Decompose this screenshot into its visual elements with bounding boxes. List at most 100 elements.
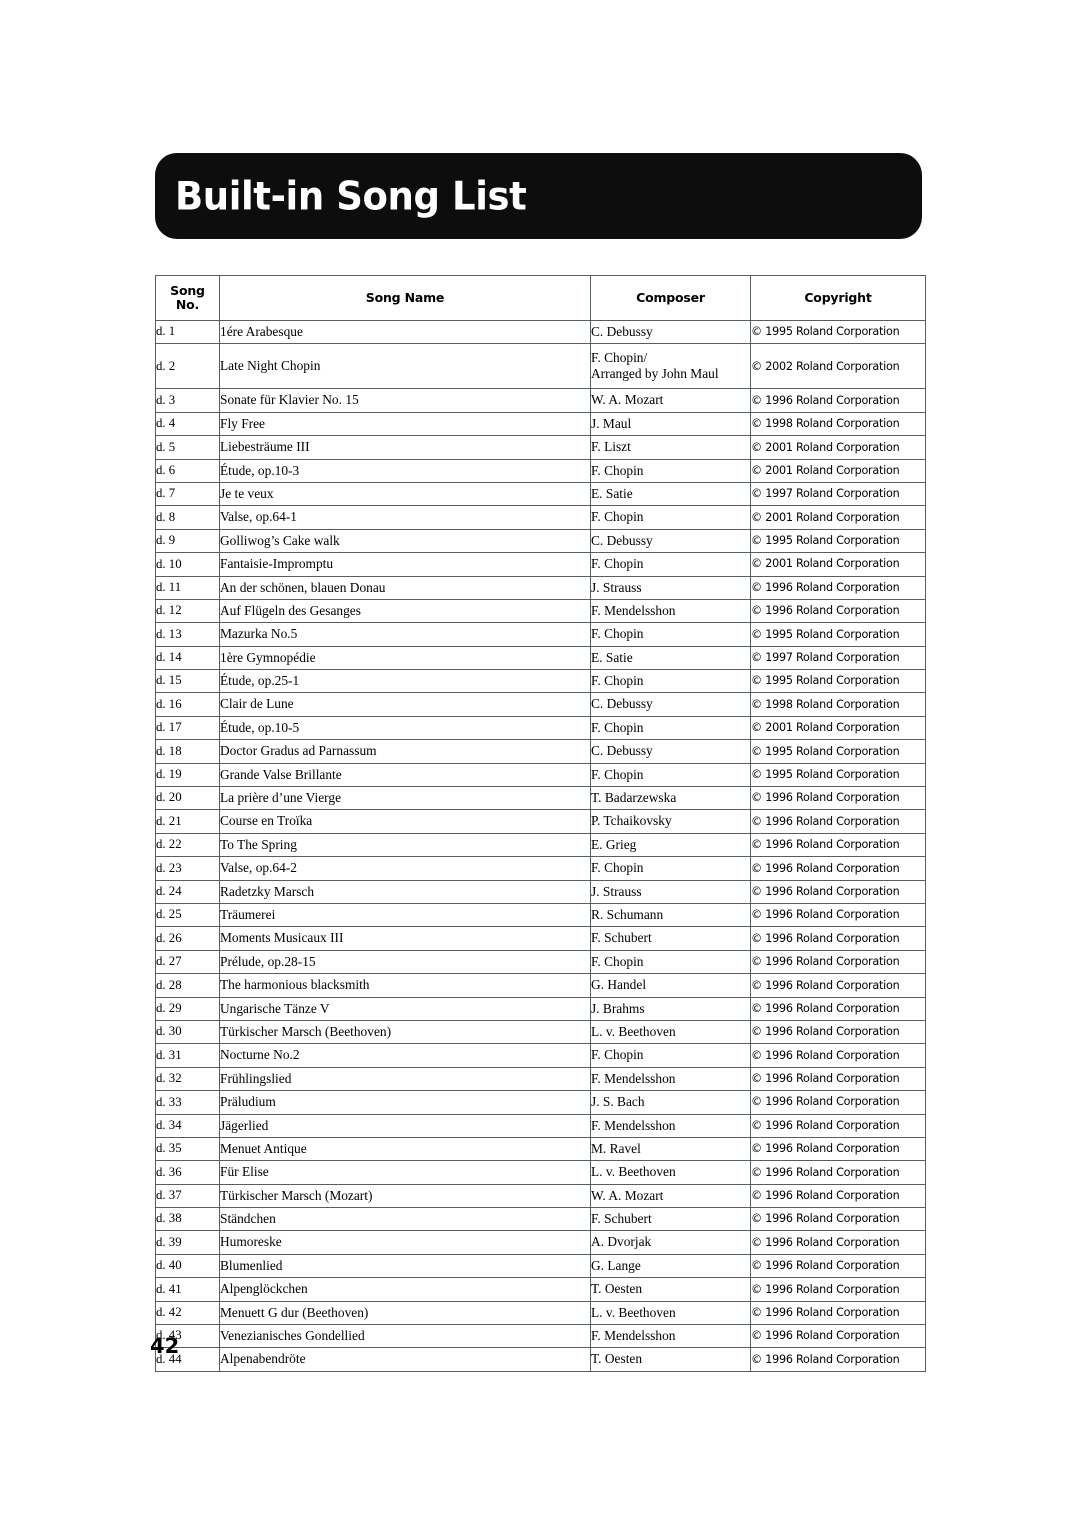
cell-copyright: © 1996 Roland Corporation <box>750 1207 926 1232</box>
cell-copyright: © 1995 Roland Corporation <box>750 762 926 788</box>
column-header-song-name: Song Name <box>219 275 591 321</box>
column-header-song-no-line1: Song <box>170 283 205 298</box>
cell-composer: M. Ravel <box>590 1136 751 1162</box>
cell-song-name: An der schönen, blauen Donau <box>219 575 591 600</box>
cell-song-no: d. 32 <box>155 1066 220 1092</box>
cell-song-no: d. 40 <box>155 1253 220 1279</box>
cell-song-name: Sonate für Klavier No. 15 <box>219 388 591 413</box>
cell-song-no: d. 5 <box>155 435 220 460</box>
cell-copyright: © 1997 Roland Corporation <box>750 481 926 507</box>
cell-copyright: © 1996 Roland Corporation <box>750 1230 926 1255</box>
cell-song-no: d. 37 <box>155 1183 220 1209</box>
cell-copyright: © 1996 Roland Corporation <box>750 1136 926 1162</box>
cell-song-name: Doctor Gradus ad Parnassum <box>219 739 591 764</box>
cell-copyright: © 1995 Roland Corporation <box>750 319 926 345</box>
cell-copyright: © 1995 Roland Corporation <box>750 528 926 554</box>
cell-composer: F. Chopin <box>590 669 751 694</box>
cell-composer: F. Chopin <box>590 715 751 741</box>
cell-song-name: Auf Flügeln des Gesanges <box>219 598 591 624</box>
column-header-song-no: Song No. <box>155 275 220 321</box>
column-header-copyright: Copyright <box>750 275 926 321</box>
page-number: 42 <box>150 1334 180 1358</box>
cell-song-no: d. 24 <box>155 879 220 904</box>
cell-copyright: © 1998 Roland Corporation <box>750 411 926 437</box>
cell-song-name: Alpenglöckchen <box>219 1277 591 1302</box>
cell-composer: J. S. Bach <box>590 1090 751 1115</box>
cell-copyright: © 1996 Roland Corporation <box>750 1019 926 1045</box>
cell-song-name: Prélude, op.28-15 <box>219 949 591 975</box>
cell-copyright: © 1996 Roland Corporation <box>750 1160 926 1185</box>
cell-copyright: © 1996 Roland Corporation <box>750 1324 926 1349</box>
table-row: d. 15 Étude, op.25-1 F. Chopin © 1995 Rolan… <box>155 669 926 694</box>
cell-copyright: © 1996 Roland Corporation <box>750 1277 926 1302</box>
cell-copyright: © 1996 Roland Corporation <box>750 856 926 881</box>
table-row: d. 44 Alpenabendröte T. Oesten © 1996 Rolan… <box>155 1347 926 1372</box>
cell-song-name: The harmonious blacksmith <box>219 973 591 998</box>
cell-composer: F. Chopin <box>590 505 751 530</box>
cell-song-name: Präludium <box>219 1090 591 1115</box>
table-row: d. 10 Fantaisie-Impromptu F. Chopin © 2001 … <box>155 552 926 577</box>
cell-copyright: © 1996 Roland Corporation <box>750 575 926 600</box>
cell-song-no: d. 39 <box>155 1230 220 1255</box>
cell-composer: F. Chopin/Arranged by John Maul <box>590 343 751 390</box>
cell-copyright: © 1996 Roland Corporation <box>750 388 926 413</box>
cell-composer: F. Chopin <box>590 458 751 483</box>
cell-song-no: d. 13 <box>155 622 220 647</box>
table-row: d. 26 Moments Musicaux III F. Schubert © 19… <box>155 926 926 951</box>
cell-copyright: © 1996 Roland Corporation <box>750 926 926 951</box>
page-title: Built-in Song List <box>175 173 527 219</box>
cell-copyright: © 1998 Roland Corporation <box>750 692 926 717</box>
cell-copyright: © 1996 Roland Corporation <box>750 1090 926 1115</box>
table-body: d. 1 1ére Arabesque C. Debussy © 1995 Rolan… <box>155 319 926 1372</box>
cell-song-no: d. 25 <box>155 902 220 928</box>
cell-song-no: d. 33 <box>155 1090 220 1115</box>
cell-composer: F. Chopin <box>590 622 751 647</box>
cell-composer: C. Debussy <box>590 319 751 345</box>
cell-composer: T. Oesten <box>590 1347 751 1372</box>
cell-song-no: d. 38 <box>155 1207 220 1232</box>
cell-composer: P. Tchaikovsky <box>590 809 751 834</box>
table-row: d. 32 Frühlingslied F. Mendelsshon © 1996 R… <box>155 1066 926 1092</box>
cell-song-no: d. 28 <box>155 973 220 998</box>
table-row: d. 20 La prière d’une Vierge T. Badarzewsk… <box>155 786 926 811</box>
cell-copyright: © 2001 Roland Corporation <box>750 505 926 530</box>
cell-song-no: d. 7 <box>155 481 220 507</box>
cell-copyright: © 1995 Roland Corporation <box>750 669 926 694</box>
cell-composer: L. v. Beethoven <box>590 1019 751 1045</box>
cell-copyright: © 1996 Roland Corporation <box>750 1113 926 1138</box>
cell-copyright: © 1996 Roland Corporation <box>750 1300 926 1326</box>
cell-song-name: Träumerei <box>219 902 591 928</box>
cell-composer: F. Mendelsshon <box>590 1324 751 1349</box>
cell-song-name: Golliwog’s Cake walk <box>219 528 591 554</box>
cell-song-no: d. 27 <box>155 949 220 975</box>
table-row: d. 19 Grande Valse Brillante F. Chopin © 19… <box>155 762 926 788</box>
cell-song-name: Venezianisches Gondellied <box>219 1324 591 1349</box>
cell-copyright: © 1996 Roland Corporation <box>750 879 926 904</box>
cell-composer: L. v. Beethoven <box>590 1300 751 1326</box>
cell-copyright: © 1996 Roland Corporation <box>750 996 926 1021</box>
cell-song-name: Étude, op.10-3 <box>219 458 591 483</box>
cell-song-no: d. 19 <box>155 762 220 788</box>
cell-composer: G. Lange <box>590 1253 751 1279</box>
cell-song-name: To The Spring <box>219 832 591 858</box>
table-row: d. 5 Liebesträume III F. Liszt © 2001 Rolan… <box>155 435 926 460</box>
cell-song-name: Mazurka No.5 <box>219 622 591 647</box>
cell-composer: F. Mendelsshon <box>590 1113 751 1138</box>
cell-song-no: d. 3 <box>155 388 220 413</box>
cell-song-name: Étude, op.25-1 <box>219 669 591 694</box>
table-row: d. 35 Menuet Antique M. Ravel © 1996 Roland… <box>155 1136 926 1162</box>
cell-composer: J. Maul <box>590 411 751 437</box>
table-row: d. 13 Mazurka No.5 F. Chopin © 1995 Roland … <box>155 622 926 647</box>
cell-song-name: Türkischer Marsch (Mozart) <box>219 1183 591 1209</box>
table-row: d. 27 Prélude, op.28-15 F. Chopin © 1996 Ro… <box>155 949 926 975</box>
cell-composer: F. Chopin <box>590 762 751 788</box>
table-row: d. 41 Alpenglöckchen T. Oesten © 1996 Rolan… <box>155 1277 926 1302</box>
cell-song-no: d. 34 <box>155 1113 220 1138</box>
cell-copyright: © 1996 Roland Corporation <box>750 809 926 834</box>
cell-copyright: © 1996 Roland Corporation <box>750 949 926 975</box>
cell-song-name: Humoreske <box>219 1230 591 1255</box>
cell-copyright: © 1996 Roland Corporation <box>750 832 926 858</box>
table-row: d. 9 Golliwog’s Cake walk C. Debussy © 1995… <box>155 528 926 554</box>
table-row: d. 28 The harmonious blacksmith G. Handel ©… <box>155 973 926 998</box>
table-row: d. 16 Clair de Lune C. Debussy © 1998 Rolan… <box>155 692 926 717</box>
